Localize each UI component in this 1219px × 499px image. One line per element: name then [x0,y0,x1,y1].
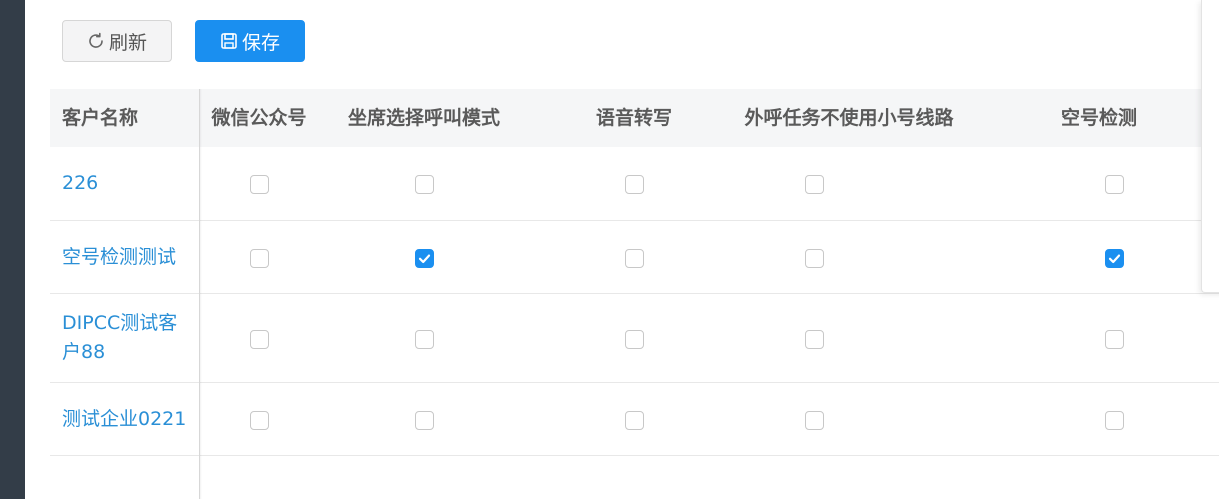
refresh-button[interactable]: 刷新 [62,20,172,62]
refresh-label: 刷新 [108,31,147,54]
checkbox-speech-transcription[interactable] [625,249,644,268]
fixed-column-shadow [199,89,202,499]
checkbox-wechat[interactable] [250,411,269,430]
checkbox-call-mode[interactable] [415,411,434,430]
save-label: 保存 [241,31,280,54]
side-drawer-panel [1201,0,1219,293]
checkbox-call-mode[interactable] [415,249,434,268]
table-row: DIPCC测试客户88 [50,294,1219,383]
save-button[interactable]: 保存 [195,20,305,62]
customer-name-link[interactable]: DIPCC测试客户88 [62,294,190,382]
column-header-empty-number-detection: 空号检测 [1060,107,1137,129]
checkbox-wechat[interactable] [250,175,269,194]
save-icon [220,32,238,50]
checkbox-wechat[interactable] [250,330,269,349]
checkbox-empty-number-detection[interactable] [1105,175,1124,194]
checkmark-icon [1108,254,1121,264]
checkbox-no-small-number-line[interactable] [805,175,824,194]
checkbox-speech-transcription[interactable] [625,330,644,349]
checkbox-no-small-number-line[interactable] [805,249,824,268]
checkbox-wechat[interactable] [250,249,269,268]
checkbox-empty-number-detection[interactable] [1105,330,1124,349]
column-header-wechat: 微信公众号 [211,107,307,129]
column-header-no-small-number-line: 外呼任务不使用小号线路 [744,107,954,129]
customer-name-link[interactable]: 226 [62,147,190,220]
left-sidebar-strip [0,0,25,499]
checkbox-call-mode[interactable] [415,330,434,349]
table-row: 226 [50,147,1219,221]
checkbox-speech-transcription[interactable] [625,411,644,430]
column-header-speech-transcription: 语音转写 [595,107,672,129]
customer-name-link[interactable]: 空号检测测试 [62,221,190,293]
checkbox-empty-number-detection[interactable] [1105,411,1124,430]
table-row: 测试企业0221 [50,383,1219,456]
table-row: 空号检测测试 [50,221,1219,294]
checkbox-no-small-number-line[interactable] [805,330,824,349]
refresh-icon [87,32,105,50]
column-header-call-mode: 坐席选择呼叫模式 [347,107,500,129]
table-header: 客户名称 微信公众号 坐席选择呼叫模式 语音转写 外呼任务不使用小号线路 空号检… [50,89,1219,147]
checkbox-no-small-number-line[interactable] [805,411,824,430]
customer-name-link[interactable]: 测试企业0221 [62,383,190,455]
column-header-customer-name: 客户名称 [62,107,139,129]
checkmark-icon [418,254,431,264]
checkbox-empty-number-detection[interactable] [1105,249,1124,268]
checkbox-call-mode[interactable] [415,175,434,194]
checkbox-speech-transcription[interactable] [625,175,644,194]
